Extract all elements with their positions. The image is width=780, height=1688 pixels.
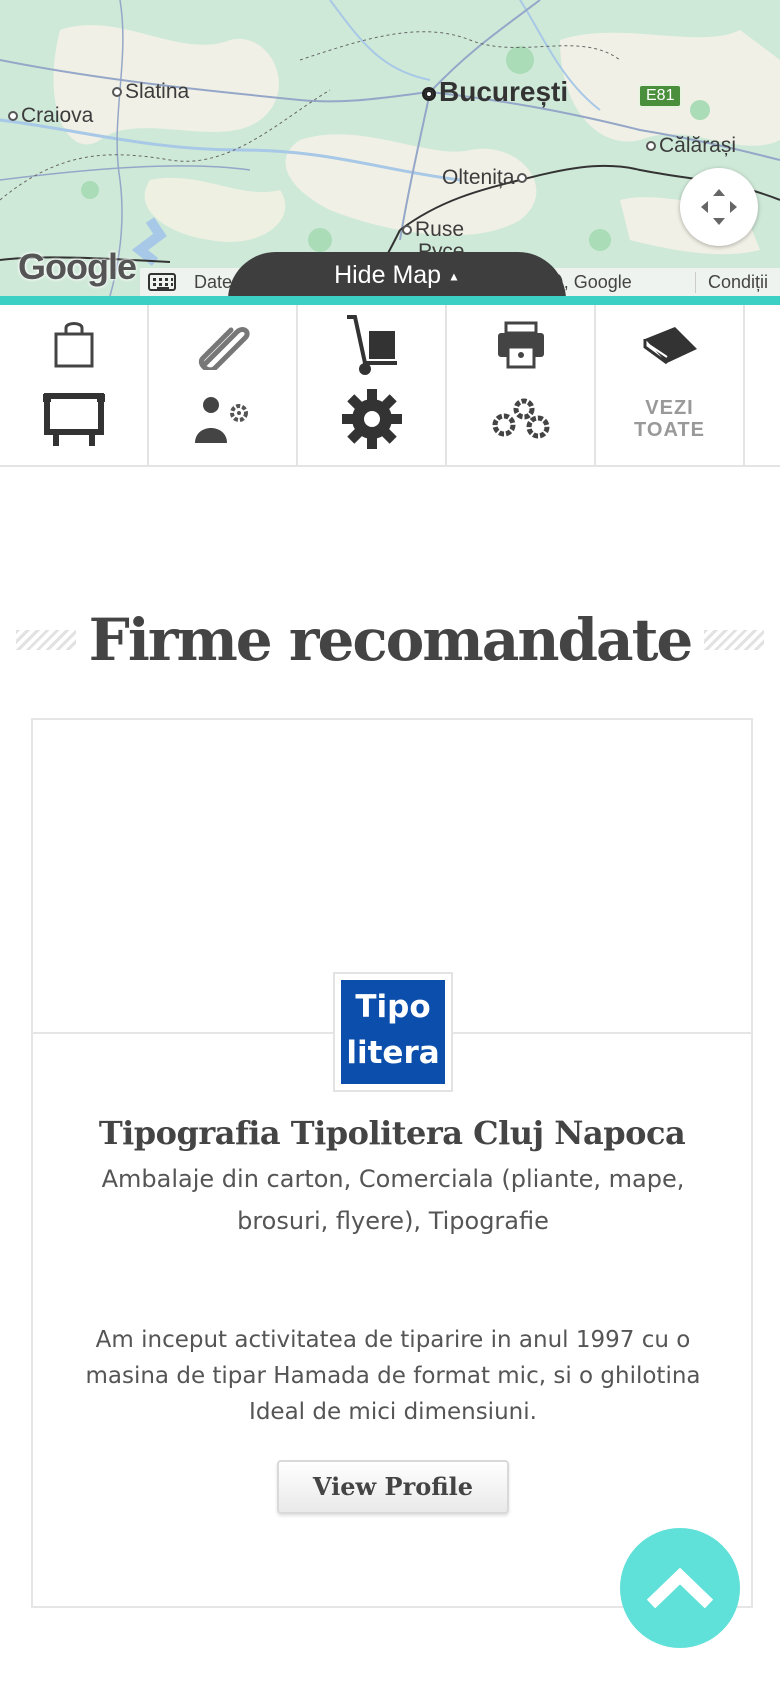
company-description: Am inceput activitatea de tiparire in an… xyxy=(85,1327,701,1425)
view-all-categories[interactable]: VEZI TOATE xyxy=(596,379,743,459)
city-label-slatina: Slatina xyxy=(112,80,189,104)
arrows-expand-icon xyxy=(701,189,737,225)
category-column xyxy=(0,305,149,465)
company-logo[interactable]: Tipo litera xyxy=(333,972,453,1092)
paperclip-icon xyxy=(198,327,250,370)
category-column xyxy=(447,305,596,465)
google-logo: Google xyxy=(18,246,137,287)
scroll-to-top-button[interactable] xyxy=(620,1528,740,1648)
book-icon xyxy=(643,327,697,365)
title-decoration-right xyxy=(703,630,764,650)
view-profile-button[interactable]: View Profile xyxy=(277,1460,509,1514)
category-outdoor[interactable] xyxy=(0,379,147,459)
hand-truck-icon xyxy=(346,315,397,375)
map[interactable]: București Slatina Craiova Călărași Olten… xyxy=(0,0,780,296)
company-name[interactable]: Tipografia Tipolitera Cluj Napoca xyxy=(33,1114,751,1152)
road-badge-e81: E81 xyxy=(638,84,683,108)
view-all-line1: VEZI xyxy=(645,397,694,419)
chevron-up-icon xyxy=(646,1567,714,1609)
title-decoration-left xyxy=(16,630,76,650)
keyboard-icon[interactable] xyxy=(148,273,176,291)
category-printing[interactable] xyxy=(447,305,594,385)
category-packaging[interactable] xyxy=(0,305,147,385)
section-header: Firme recomandate xyxy=(16,600,764,680)
map-terms-link[interactable]: Condiții xyxy=(694,271,780,293)
section-title: Firme recomandate xyxy=(88,606,694,674)
company-card: Tipo litera Tipografia Tipolitera Cluj N… xyxy=(31,718,753,1608)
shopping-bag-icon xyxy=(54,322,93,368)
city-label-oltenita: Oltenița xyxy=(442,166,530,190)
category-column xyxy=(149,305,298,465)
city-label-bucuresti: București xyxy=(422,76,568,108)
category-grid: VEZI TOATE xyxy=(0,305,780,467)
printer-icon xyxy=(497,321,544,369)
category-machinery[interactable] xyxy=(447,379,594,459)
logo-text-line1: Tipo xyxy=(355,989,431,1025)
view-all-line2: TOATE xyxy=(634,419,705,441)
logo-text-line2: litera xyxy=(346,1035,440,1071)
city-label-ruse: Ruse xyxy=(402,218,464,242)
caret-up-icon: ▲ xyxy=(448,269,460,284)
category-consulting[interactable] xyxy=(149,379,296,459)
company-categories: Ambalaje din carton, Comerciala (pliante… xyxy=(101,1165,685,1235)
hide-map-label: Hide Map xyxy=(334,261,442,289)
gear-icon xyxy=(341,389,402,449)
category-industrial[interactable] xyxy=(298,379,445,459)
category-column-partial xyxy=(745,305,763,465)
billboard-icon xyxy=(42,393,105,446)
map-divider xyxy=(0,296,780,305)
category-logistics[interactable] xyxy=(298,305,445,385)
category-column: VEZI TOATE xyxy=(596,305,745,465)
consultant-icon xyxy=(194,397,248,443)
city-label-calarasi: Călărași xyxy=(646,134,736,158)
city-label-craiova: Craiova xyxy=(8,104,93,128)
gears-icon xyxy=(492,398,549,439)
category-column xyxy=(298,305,447,465)
hide-map-button[interactable]: Hide Map ▲ xyxy=(228,252,566,296)
map-fullscreen-button[interactable] xyxy=(680,168,758,246)
category-office[interactable] xyxy=(149,305,296,385)
category-publishing[interactable] xyxy=(596,305,743,385)
